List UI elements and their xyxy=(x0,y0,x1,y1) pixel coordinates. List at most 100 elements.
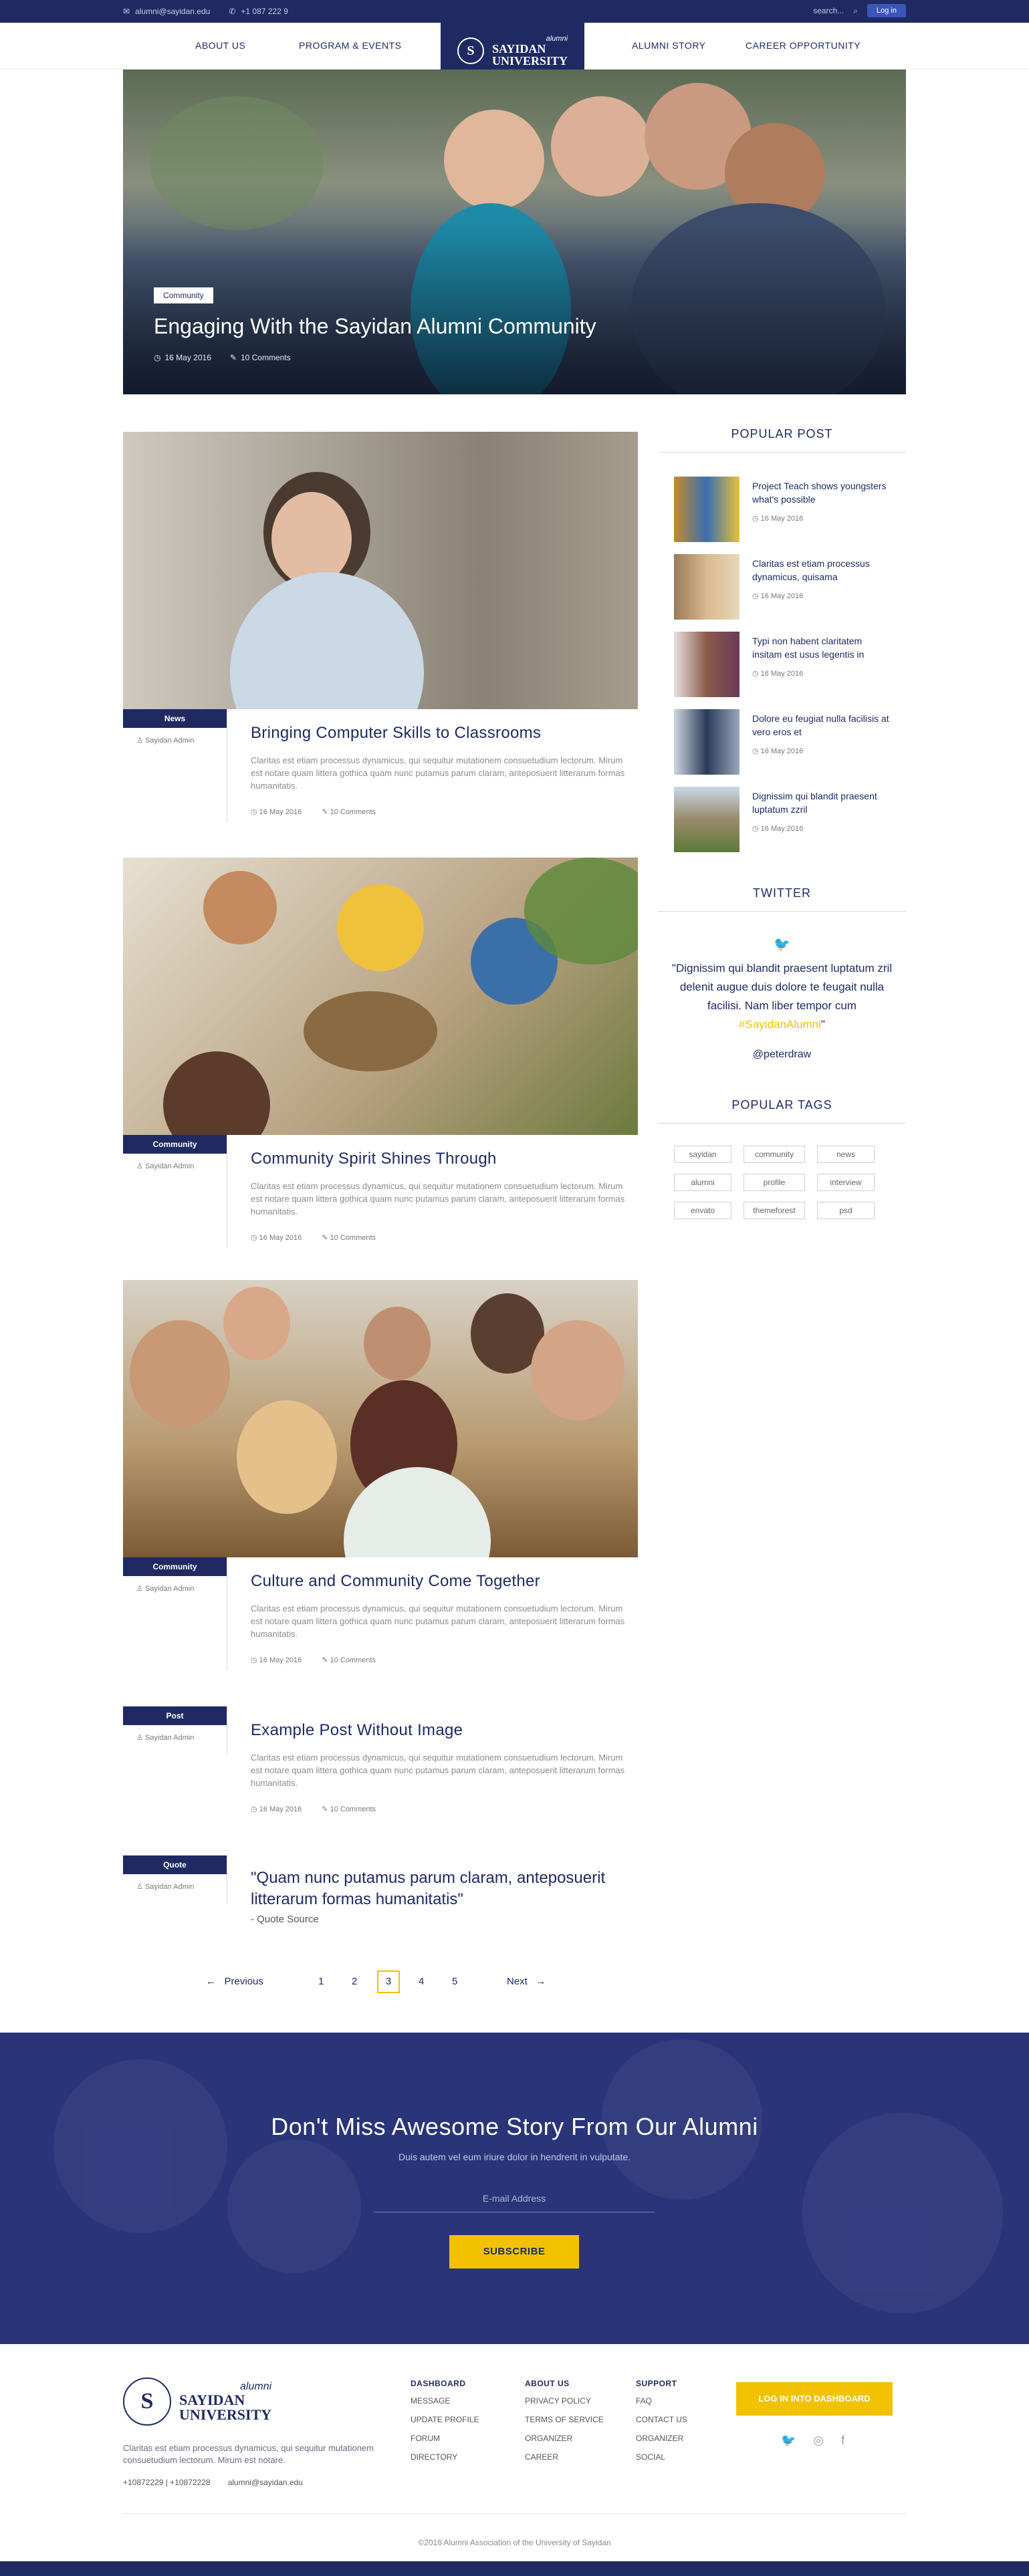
previous-label: Previous xyxy=(224,1976,263,1987)
quote-source: - Quote Source xyxy=(251,1914,319,1925)
footer-link[interactable]: UPDATE PROFILE xyxy=(411,2415,479,2424)
hero-comments[interactable]: ✎ 10 Comments xyxy=(230,353,291,362)
user-icon: ♙ xyxy=(136,1734,143,1742)
post-title[interactable]: Example Post Without Image xyxy=(251,1721,463,1740)
twitter-handle[interactable]: @peterdraw xyxy=(658,1049,906,1061)
phone-contact[interactable]: ✆ +1 087 222 9 xyxy=(229,7,288,16)
subscribe-button[interactable]: SUBSCRIBE xyxy=(449,2235,579,2269)
footer-logo[interactable]: S alumni SAYIDAN UNIVERSITY xyxy=(123,2377,271,2426)
popular-post-item[interactable]: Typi non habent claritatem insitam est u… xyxy=(674,632,901,698)
author-name: Sayidan Admin xyxy=(144,737,195,745)
nav-alumni-story[interactable]: ALUMNI STORY xyxy=(632,40,706,51)
page-link-1[interactable]: 1 xyxy=(318,1976,324,1987)
footer-link[interactable]: PRIVACY POLICY xyxy=(525,2396,604,2406)
post-comments[interactable]: ✎ 10 Comments xyxy=(322,1656,376,1664)
post-excerpt: Claritas est etiam processus dynamicus, … xyxy=(251,1753,625,1788)
footer-column-heading: ABOUT US xyxy=(525,2379,570,2388)
tag-item[interactable]: psd xyxy=(817,1202,875,1219)
hero-category-tag[interactable]: Community xyxy=(154,287,213,303)
twitter-icon[interactable]: 🐦 xyxy=(781,2434,796,2448)
footer-link[interactable]: SOCIAL xyxy=(636,2452,687,2462)
post-author[interactable]: ♙ Sayidan Admin xyxy=(123,1874,227,1891)
popular-post-item[interactable]: Project Teach shows youngsters what's po… xyxy=(674,477,901,543)
post-image[interactable] xyxy=(123,1280,638,1557)
tag-item[interactable]: sayidan xyxy=(674,1146,731,1163)
footer-link[interactable]: TERMS OF SERVICE xyxy=(525,2415,604,2424)
post-photo-detail xyxy=(304,991,437,1071)
nav-about-us[interactable]: ABOUT US xyxy=(195,40,245,51)
login-button[interactable]: Log in xyxy=(867,4,906,17)
newsletter-email-input[interactable]: E-mail Address xyxy=(374,2188,655,2212)
post-title[interactable]: Culture and Community Come Together xyxy=(251,1572,540,1591)
post-author[interactable]: ♙ Sayidan Admin xyxy=(123,1154,227,1170)
instagram-icon[interactable]: ◎ xyxy=(813,2434,824,2448)
footer-link[interactable]: FORUM xyxy=(411,2434,479,2443)
post-category[interactable]: Quote xyxy=(123,1855,227,1874)
hero-featured-post[interactable]: Community Engaging With the Sayidan Alum… xyxy=(123,70,906,394)
facebook-icon[interactable]: f xyxy=(841,2434,844,2448)
footer-link[interactable]: CONTACT US xyxy=(636,2415,687,2424)
post-category[interactable]: Community xyxy=(123,1135,227,1154)
email-contact[interactable]: ✉ alumni@sayidan.edu xyxy=(123,7,210,16)
post-category[interactable]: Post xyxy=(123,1706,227,1725)
user-icon: ♙ xyxy=(136,1883,143,1891)
page-link-2[interactable]: 2 xyxy=(352,1976,357,1987)
post-date-text: 16 May 2016 xyxy=(259,1656,302,1664)
nav-career-opportunity[interactable]: CAREER OPPORTUNITY xyxy=(746,40,861,51)
footer-email[interactable]: alumni@sayidan.edu xyxy=(228,2478,303,2487)
search-input[interactable]: search... xyxy=(813,6,844,15)
page-link-3-current[interactable]: 3 xyxy=(377,1970,400,1993)
post-title[interactable]: Bringing Computer Skills to Classrooms xyxy=(251,724,541,743)
tag-item[interactable]: community xyxy=(744,1146,805,1163)
hero-photo-face xyxy=(444,110,544,210)
twitter-widget: 🐦 "Dignissim qui blandit praesent luptat… xyxy=(658,930,906,1061)
footer-link[interactable]: ORGANIZER xyxy=(636,2434,687,2443)
dashboard-login-button[interactable]: LOG IN INTO DASHBOARD xyxy=(736,2382,893,2416)
tag-item[interactable]: alumni xyxy=(674,1174,731,1191)
tag-item[interactable]: interview xyxy=(817,1174,875,1191)
footer-link[interactable]: MESSAGE xyxy=(411,2396,479,2406)
pagination: ← Previous 1 2 3 4 5 Next → xyxy=(206,1970,560,1996)
phone-icon: ✆ xyxy=(229,7,236,16)
popular-post-date-text: 16 May 2016 xyxy=(760,825,804,833)
post-title[interactable]: Community Spirit Shines Through xyxy=(251,1150,497,1168)
post-author[interactable]: ♙ Sayidan Admin xyxy=(123,1725,227,1742)
post-author[interactable]: ♙ Sayidan Admin xyxy=(123,1576,227,1593)
post-comments[interactable]: ✎ 10 Comments xyxy=(322,1805,376,1813)
footer-link[interactable]: ORGANIZER xyxy=(525,2434,604,2443)
clock-icon: ◷ xyxy=(752,670,759,678)
previous-page-link[interactable]: ← Previous xyxy=(206,1976,263,1987)
newsletter-title: Don't Miss Awesome Story From Our Alumni xyxy=(271,2113,758,2140)
next-page-link[interactable]: Next → xyxy=(507,1976,546,1987)
page-link-4[interactable]: 4 xyxy=(419,1976,424,1987)
post-quote[interactable]: "Quam nunc putamus parum claram, antepos… xyxy=(251,1867,625,1910)
tag-item[interactable]: themeforest xyxy=(744,1202,805,1219)
tag-item[interactable]: news xyxy=(817,1146,875,1163)
tags-widget-header: POPULAR TAGS xyxy=(658,1098,906,1124)
popular-post-item[interactable]: Dignissim qui blandit praesent luptatum … xyxy=(674,787,901,854)
post-comments[interactable]: ✎ 10 Comments xyxy=(322,807,376,816)
footer-link[interactable]: FAQ xyxy=(636,2396,687,2406)
post-date: ◷ 16 May 2016 xyxy=(251,1805,302,1813)
newsletter-subtitle: Duis autem vel eum iriure dolor in hendr… xyxy=(398,2152,631,2162)
post-category[interactable]: Community xyxy=(123,1557,227,1576)
nav-program-events[interactable]: PROGRAM & EVENTS xyxy=(299,40,401,51)
post-image[interactable] xyxy=(123,432,638,709)
post-author[interactable]: ♙ Sayidan Admin xyxy=(123,728,227,745)
footer-column-support: SUPPORT FAQ CONTACT US ORGANIZER SOCIAL xyxy=(636,2379,687,2471)
post-comments[interactable]: ✎ 10 Comments xyxy=(322,1233,376,1242)
footer-link[interactable]: CAREER xyxy=(525,2452,604,2462)
search-icon[interactable]: ⌕ xyxy=(853,6,858,16)
footer: S alumni SAYIDAN UNIVERSITY Claritas est… xyxy=(0,2344,1029,2576)
hero-date: ◷ 16 May 2016 xyxy=(154,353,211,362)
page-link-5[interactable]: 5 xyxy=(452,1976,457,1987)
post-category[interactable]: News xyxy=(123,709,227,728)
hero-title[interactable]: Engaging With the Sayidan Alumni Communi… xyxy=(154,314,596,339)
popular-post-item[interactable]: Claritas est etiam processus dynamicus, … xyxy=(674,554,901,621)
popular-post-item[interactable]: Dolore eu feugiat nulla facilisis at ver… xyxy=(674,709,901,776)
tag-item[interactable]: profile xyxy=(744,1174,805,1191)
tag-item[interactable]: envato xyxy=(674,1202,731,1219)
footer-link[interactable]: DIRECTORY xyxy=(411,2452,479,2462)
post-image[interactable] xyxy=(123,858,638,1135)
tweet-hashtag[interactable]: #SayidanAlumni xyxy=(739,1018,821,1031)
